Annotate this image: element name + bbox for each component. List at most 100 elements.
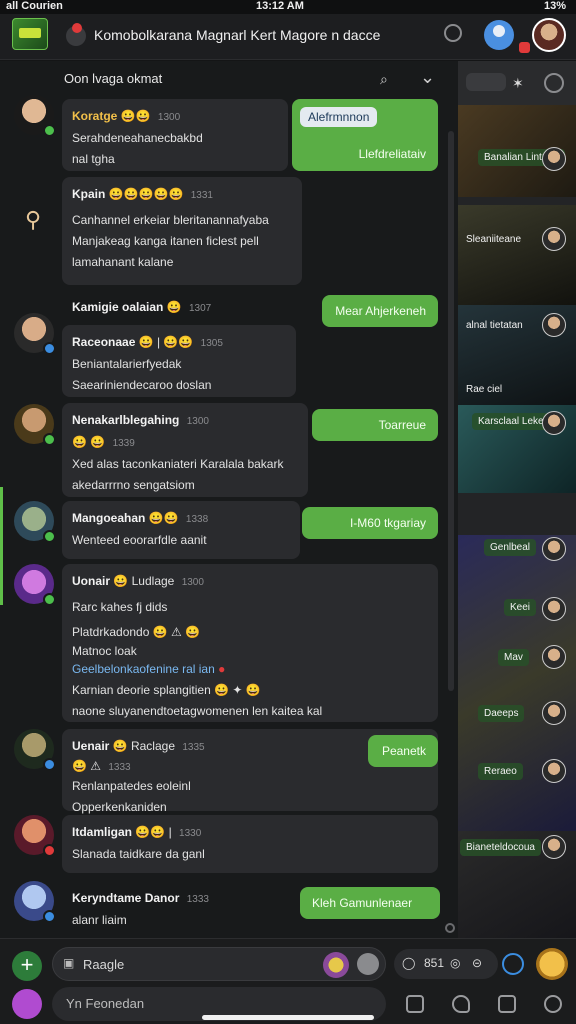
avatar[interactable] (14, 95, 56, 137)
profile-icon[interactable] (484, 20, 514, 50)
reply-text: Toarreue (378, 418, 426, 432)
avatar[interactable] (542, 411, 566, 435)
mic-icon[interactable]: ◯ (402, 956, 415, 970)
status-icon (43, 433, 56, 446)
message-bubble[interactable]: Raceonaae 😀 | 😀😀 1305 Beniantalarierfyed… (62, 325, 296, 397)
chevron-down-icon[interactable]: ⌄ (420, 67, 435, 88)
timestamp: 1300 (181, 577, 204, 588)
avatar[interactable] (14, 564, 56, 606)
more-icon[interactable]: ⊝ (472, 956, 482, 970)
card-label: Rae ciel (466, 384, 503, 395)
avatar[interactable] (14, 729, 56, 771)
sender-name[interactable]: Raceonaae (72, 335, 135, 349)
avatar[interactable] (542, 835, 566, 859)
message-link[interactable]: Geelbelonkaofenine ral ian (72, 662, 215, 676)
avatar[interactable] (542, 645, 566, 669)
secondary-input-placeholder: Yn Feonedan (66, 996, 145, 1011)
search-icon[interactable]: ⌕ (380, 71, 388, 88)
channel-avatar[interactable] (66, 23, 86, 46)
active-indicator (0, 487, 3, 605)
reply-text: Mear Ahjerkeneh (335, 304, 426, 318)
card-label: Mav (498, 649, 529, 666)
message-bubble[interactable]: Koratge 😀😀 1300 Serahdeneahanecbakbd nal… (62, 99, 288, 171)
message-bubble[interactable]: Nenakarlblegahing 1300 😀 😀 1339 Xed alas… (62, 403, 308, 497)
message-input[interactable]: ▣ Raagle (52, 947, 386, 981)
avatar[interactable] (14, 313, 56, 355)
composer: + ▣ Raagle ◯ 851 ◎ ⊝ Yn Feonedan (0, 938, 576, 1024)
sticker-grid-icon[interactable]: ◎ (450, 956, 460, 970)
copy-icon[interactable] (406, 995, 424, 1013)
message-text: Slanada taidkare da ganl (72, 847, 205, 861)
message-text: Beniantalarierfyedak (72, 357, 182, 371)
status-icon (43, 758, 56, 771)
message-bubble[interactable]: Itdamligan 😀😀 | 1330 Slanada taidkare da… (62, 815, 438, 873)
reply-text: Kleh Gamunlenaer (312, 896, 413, 910)
history-icon[interactable] (444, 24, 462, 42)
sender-name[interactable]: Keryndtame Danor (72, 891, 179, 905)
status-icon (43, 124, 56, 137)
add-button[interactable]: + (12, 951, 42, 981)
reply-bubble[interactable]: Mear Ahjerkeneh (322, 295, 438, 327)
avatar[interactable] (542, 147, 566, 171)
avatar[interactable] (14, 501, 56, 543)
reply-chip[interactable]: Alefrmnnon (300, 107, 378, 127)
right-toolbar: ✶ (458, 61, 576, 105)
reply-bubble[interactable]: Alefrmnnon Llefdreliataiv (292, 99, 438, 171)
toolbar-pill[interactable] (466, 73, 506, 91)
sender-name[interactable]: Uenair (72, 739, 109, 753)
chat-header: Komobolkarana Magnarl Kert Magore n dacc… (0, 14, 576, 60)
message-text: Xed alas taconkaniateri Karalala bakark (72, 457, 284, 471)
tag-icon[interactable] (452, 995, 470, 1013)
scroll-end-icon[interactable] (445, 923, 455, 933)
status-bar: all Courien 13:12 AM 13% (0, 0, 576, 14)
sender-name[interactable]: Kpain (72, 187, 105, 201)
message-text: Wenteed eoorarfdle aanit (72, 533, 207, 547)
media-card[interactable] (458, 205, 576, 305)
avatar[interactable] (14, 815, 56, 857)
bell-icon[interactable] (544, 995, 562, 1013)
message-bubble[interactable]: Mangoeahan 😀😀 1338 Wenteed eoorarfdle aa… (62, 501, 300, 559)
reply-bubble[interactable]: Peanetk (368, 735, 438, 767)
message-bubble[interactable]: Kamigie oalaian 😀 1307 (62, 293, 242, 323)
sender-name[interactable]: Mangoeahan (72, 511, 145, 525)
reply-bubble[interactable]: Toarreue (312, 409, 438, 441)
avatar[interactable] (542, 597, 566, 621)
timestamp: 1339 (112, 438, 135, 449)
scrollbar[interactable] (448, 131, 454, 691)
status-icon (43, 910, 56, 923)
shuffle-icon[interactable]: ✶ (512, 75, 524, 92)
mail-icon[interactable] (498, 995, 516, 1013)
tools-pill[interactable]: ◯ 851 ◎ ⊝ (394, 949, 498, 979)
reply-bubble[interactable]: Kleh Gamunlenaer (300, 887, 440, 919)
media-card[interactable] (458, 535, 576, 835)
sender-name[interactable]: Kamigie oalaian (72, 300, 163, 314)
avatar[interactable] (542, 313, 566, 337)
avatar[interactable] (542, 759, 566, 783)
sender-name[interactable]: Nenakarlblegahing (72, 413, 179, 427)
timestamp: 1305 (200, 338, 223, 349)
coin-icon[interactable] (536, 948, 568, 980)
user-avatar[interactable] (532, 18, 566, 52)
avatar[interactable] (542, 537, 566, 561)
pin-icon: ⚲ (24, 207, 42, 232)
card-label: Genlbeal (484, 539, 537, 556)
self-avatar[interactable] (12, 989, 42, 1019)
download-icon[interactable] (502, 953, 524, 975)
avatar[interactable] (14, 404, 56, 446)
sender-name[interactable]: Uonair (72, 574, 110, 588)
message-bubble[interactable]: Kpain 😀😀😀😀😀 1331 Canhannel erkeiar bleri… (62, 177, 302, 285)
emoji-icon[interactable] (357, 953, 379, 975)
attachment-icon[interactable]: ▣ (63, 956, 74, 970)
sender-name[interactable]: Koratge (72, 109, 117, 123)
message-bubble[interactable]: Keryndtame Danor 1333 alanr liaim (62, 881, 298, 935)
sender-name[interactable]: Itdamligan (72, 825, 132, 839)
avatar[interactable] (542, 227, 566, 251)
sticker-icon[interactable] (323, 952, 349, 978)
app-logo[interactable] (12, 18, 48, 50)
reply-bubble[interactable]: I-M60 tkgariay (302, 507, 438, 539)
message-bubble[interactable]: Uonair 😀 Ludlage 1300 Rarc kahes fj dids… (62, 564, 438, 722)
avatar[interactable] (542, 701, 566, 725)
message-text: Rarc kahes fj dids (72, 600, 168, 614)
settings-icon[interactable] (544, 73, 564, 93)
avatar[interactable] (14, 881, 56, 923)
